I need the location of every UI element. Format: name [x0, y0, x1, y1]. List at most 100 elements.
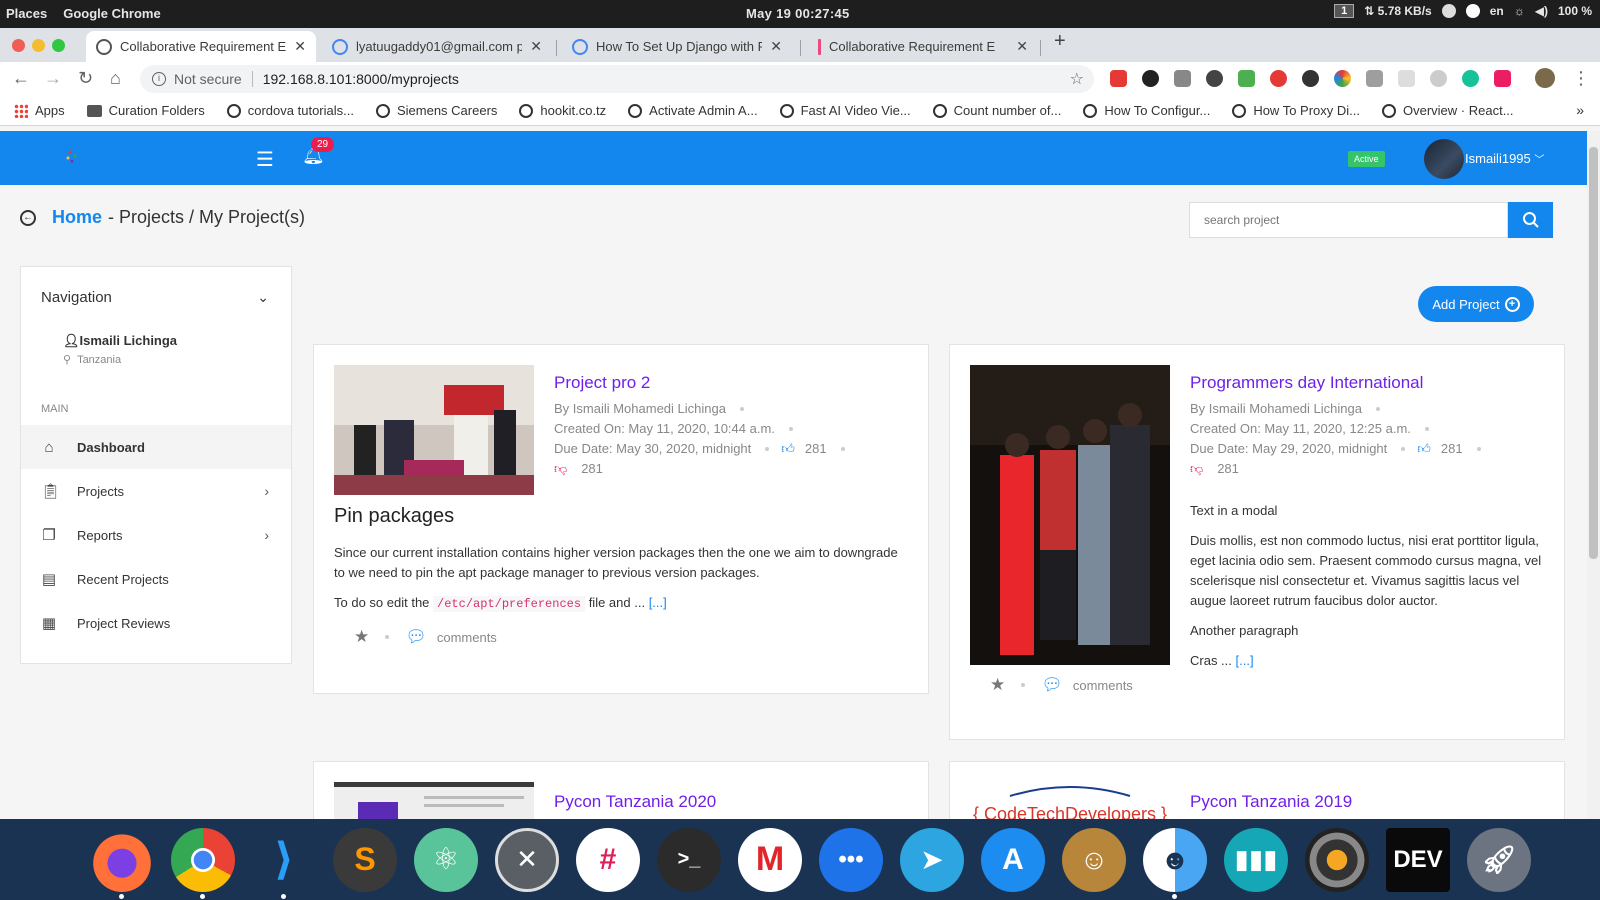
bookmark-item[interactable]: Overview · React... [1382, 103, 1514, 118]
maximize-window-button[interactable] [52, 39, 65, 52]
keyboard-language[interactable]: en [1490, 4, 1504, 18]
launcher-rocket-icon[interactable]: 🚀︎ [1467, 827, 1531, 892]
read-more-link[interactable]: [...] [1236, 653, 1254, 668]
comments-link[interactable]: comments [1073, 678, 1133, 693]
kebab-menu-icon[interactable]: ⋮ [1572, 68, 1590, 89]
bookmark-item[interactable]: Siemens Careers [375, 103, 497, 118]
xmind-icon[interactable]: ✕ [495, 827, 559, 892]
scrollbar-thumb[interactable] [1589, 147, 1598, 559]
browser-tab[interactable]: Collaborative Requirement E ✕ [86, 31, 316, 62]
sidebar-item-reports[interactable]: ❐ Reports › [21, 513, 291, 557]
user-menu[interactable]: Ismaili1995 ﹀ [1465, 151, 1544, 166]
messages-icon[interactable]: ••• [819, 827, 883, 892]
grammarly-icon[interactable] [1462, 70, 1479, 87]
bookmark-item[interactable]: How To Proxy Di... [1232, 103, 1360, 118]
contacts-icon[interactable]: ☺ [1062, 827, 1126, 892]
search-input[interactable] [1189, 202, 1508, 238]
bookmark-item[interactable]: Apps [14, 103, 65, 118]
workspace-indicator[interactable]: 1 [1334, 4, 1355, 18]
browser-tab[interactable]: How To Set Up Django with P ✕ [562, 31, 792, 62]
slack-tray-icon[interactable] [1465, 4, 1480, 18]
bookmark-item[interactable]: Count number of... [932, 103, 1061, 118]
extension-icon[interactable] [1302, 70, 1319, 87]
back-arrow-icon[interactable]: ← [12, 68, 30, 89]
profile-avatar[interactable] [1535, 68, 1555, 88]
extension-icon[interactable] [1174, 70, 1191, 87]
more-bookmarks-icon[interactable]: » [1576, 102, 1584, 118]
project-title-link[interactable]: Programmers day International [1190, 373, 1423, 393]
sublime-text-icon[interactable]: S [333, 827, 397, 892]
reload-icon[interactable]: ↻ [78, 68, 93, 89]
project-title-link[interactable]: Pycon Tanzania 2019 [1190, 792, 1352, 812]
close-tab-icon[interactable]: ✕ [1016, 38, 1028, 55]
vscode-icon[interactable]: ⟩ [252, 828, 316, 899]
sidebar-item-project-reviews[interactable]: ▦ Project Reviews [21, 601, 291, 645]
telegram-icon[interactable]: ➤ [900, 827, 964, 892]
breadcrumb-home-link[interactable]: Home [52, 207, 102, 228]
atom-icon[interactable]: ⚛ [414, 827, 478, 892]
active-app-menu[interactable]: Google Chrome [63, 6, 161, 21]
sidebar-item-recent-projects[interactable]: ▤ Recent Projects [21, 557, 291, 601]
app-logo-icon[interactable] [62, 147, 82, 167]
page-scrollbar[interactable] [1587, 131, 1600, 819]
search-button[interactable] [1508, 202, 1553, 238]
info-icon[interactable]: i [152, 72, 166, 86]
browser-tab[interactable]: Collaborative Requirement E ✕ [808, 31, 1038, 62]
system-clock[interactable]: May 19 00:27:45 [746, 6, 850, 21]
comments-link[interactable]: comments [437, 630, 497, 645]
project-image[interactable] [970, 365, 1170, 665]
close-window-button[interactable] [12, 39, 25, 52]
address-bar[interactable]: i Not secure 192.168.8.101:8000/myprojec… [140, 65, 1094, 93]
bookmark-item[interactable]: Curation Folders [86, 103, 205, 118]
terminal-icon[interactable]: >_ [657, 827, 721, 892]
bookmark-item[interactable]: Activate Admin A... [628, 103, 758, 118]
sidebar-item-projects[interactable]: 📋︎ Projects › [21, 469, 291, 513]
minimize-window-button[interactable] [32, 39, 45, 52]
bookmark-item[interactable]: Fast AI Video Vie... [779, 103, 911, 118]
codetech-logo[interactable]: { CodeTechDevelopers } [970, 782, 1170, 822]
project-title-link[interactable]: Pycon Tanzania 2020 [554, 792, 716, 812]
app-store-icon[interactable]: A [981, 827, 1045, 892]
project-title-link[interactable]: Project pro 2 [554, 373, 650, 393]
chevron-down-icon[interactable]: ⌄ [257, 289, 269, 306]
bookmark-item[interactable]: cordova tutorials... [226, 103, 354, 118]
dev-icon[interactable]: DEV [1386, 827, 1450, 892]
mailspring-icon[interactable]: M [738, 827, 802, 892]
bookmark-item[interactable]: How To Configur... [1083, 103, 1210, 118]
chrome-icon[interactable] [171, 827, 235, 899]
extension-icon[interactable] [1110, 70, 1127, 87]
close-tab-icon[interactable]: ✕ [530, 38, 542, 55]
menu-toggle-icon[interactable]: ☰ [256, 147, 274, 172]
places-menu[interactable]: Places [6, 6, 47, 21]
battery-level[interactable]: 100 % [1558, 4, 1592, 18]
firefox-icon[interactable] [90, 827, 154, 899]
project-image[interactable] [334, 782, 534, 822]
star-icon[interactable]: ★ [990, 675, 1005, 695]
volume-icon[interactable]: ◀) [1535, 4, 1548, 18]
comments-icon[interactable]: 💬︎ [405, 627, 427, 647]
extension-icon[interactable] [1366, 70, 1383, 87]
tray-icon[interactable] [1441, 4, 1456, 18]
audio-recorder-icon[interactable] [1305, 827, 1369, 892]
read-more-link[interactable]: [...] [649, 595, 667, 610]
statistics-icon[interactable]: ▮▮▮ [1224, 827, 1288, 892]
extension-icon[interactable] [1430, 70, 1447, 87]
thumbs-up-icon[interactable]: 👍︎ [781, 441, 795, 456]
forward-arrow-icon[interactable]: → [44, 68, 62, 89]
back-circle-icon[interactable]: ← [20, 209, 36, 226]
close-tab-icon[interactable]: ✕ [770, 38, 782, 55]
add-project-button[interactable]: Add Project + [1418, 286, 1534, 322]
close-tab-icon[interactable]: ✕ [294, 38, 306, 55]
comments-icon[interactable]: 💬︎ [1041, 675, 1063, 695]
brightness-icon[interactable]: ☼ [1514, 4, 1525, 18]
thumbs-down-icon[interactable]: 👎︎ [1190, 461, 1203, 476]
bookmark-star-icon[interactable]: ☆ [1070, 69, 1084, 89]
extension-icon[interactable] [1270, 70, 1287, 87]
bookmark-item[interactable]: hookit.co.tz [519, 103, 606, 118]
star-icon[interactable]: ★ [354, 627, 369, 647]
extension-icon[interactable] [1494, 70, 1511, 87]
browser-tab[interactable]: lyatuugaddy01@gmail.com p ✕ [322, 31, 552, 62]
sidebar-item-dashboard[interactable]: ⌂ Dashboard [21, 425, 291, 469]
thumbs-down-icon[interactable]: 👎︎ [554, 461, 567, 476]
github-icon[interactable] [1142, 70, 1159, 87]
